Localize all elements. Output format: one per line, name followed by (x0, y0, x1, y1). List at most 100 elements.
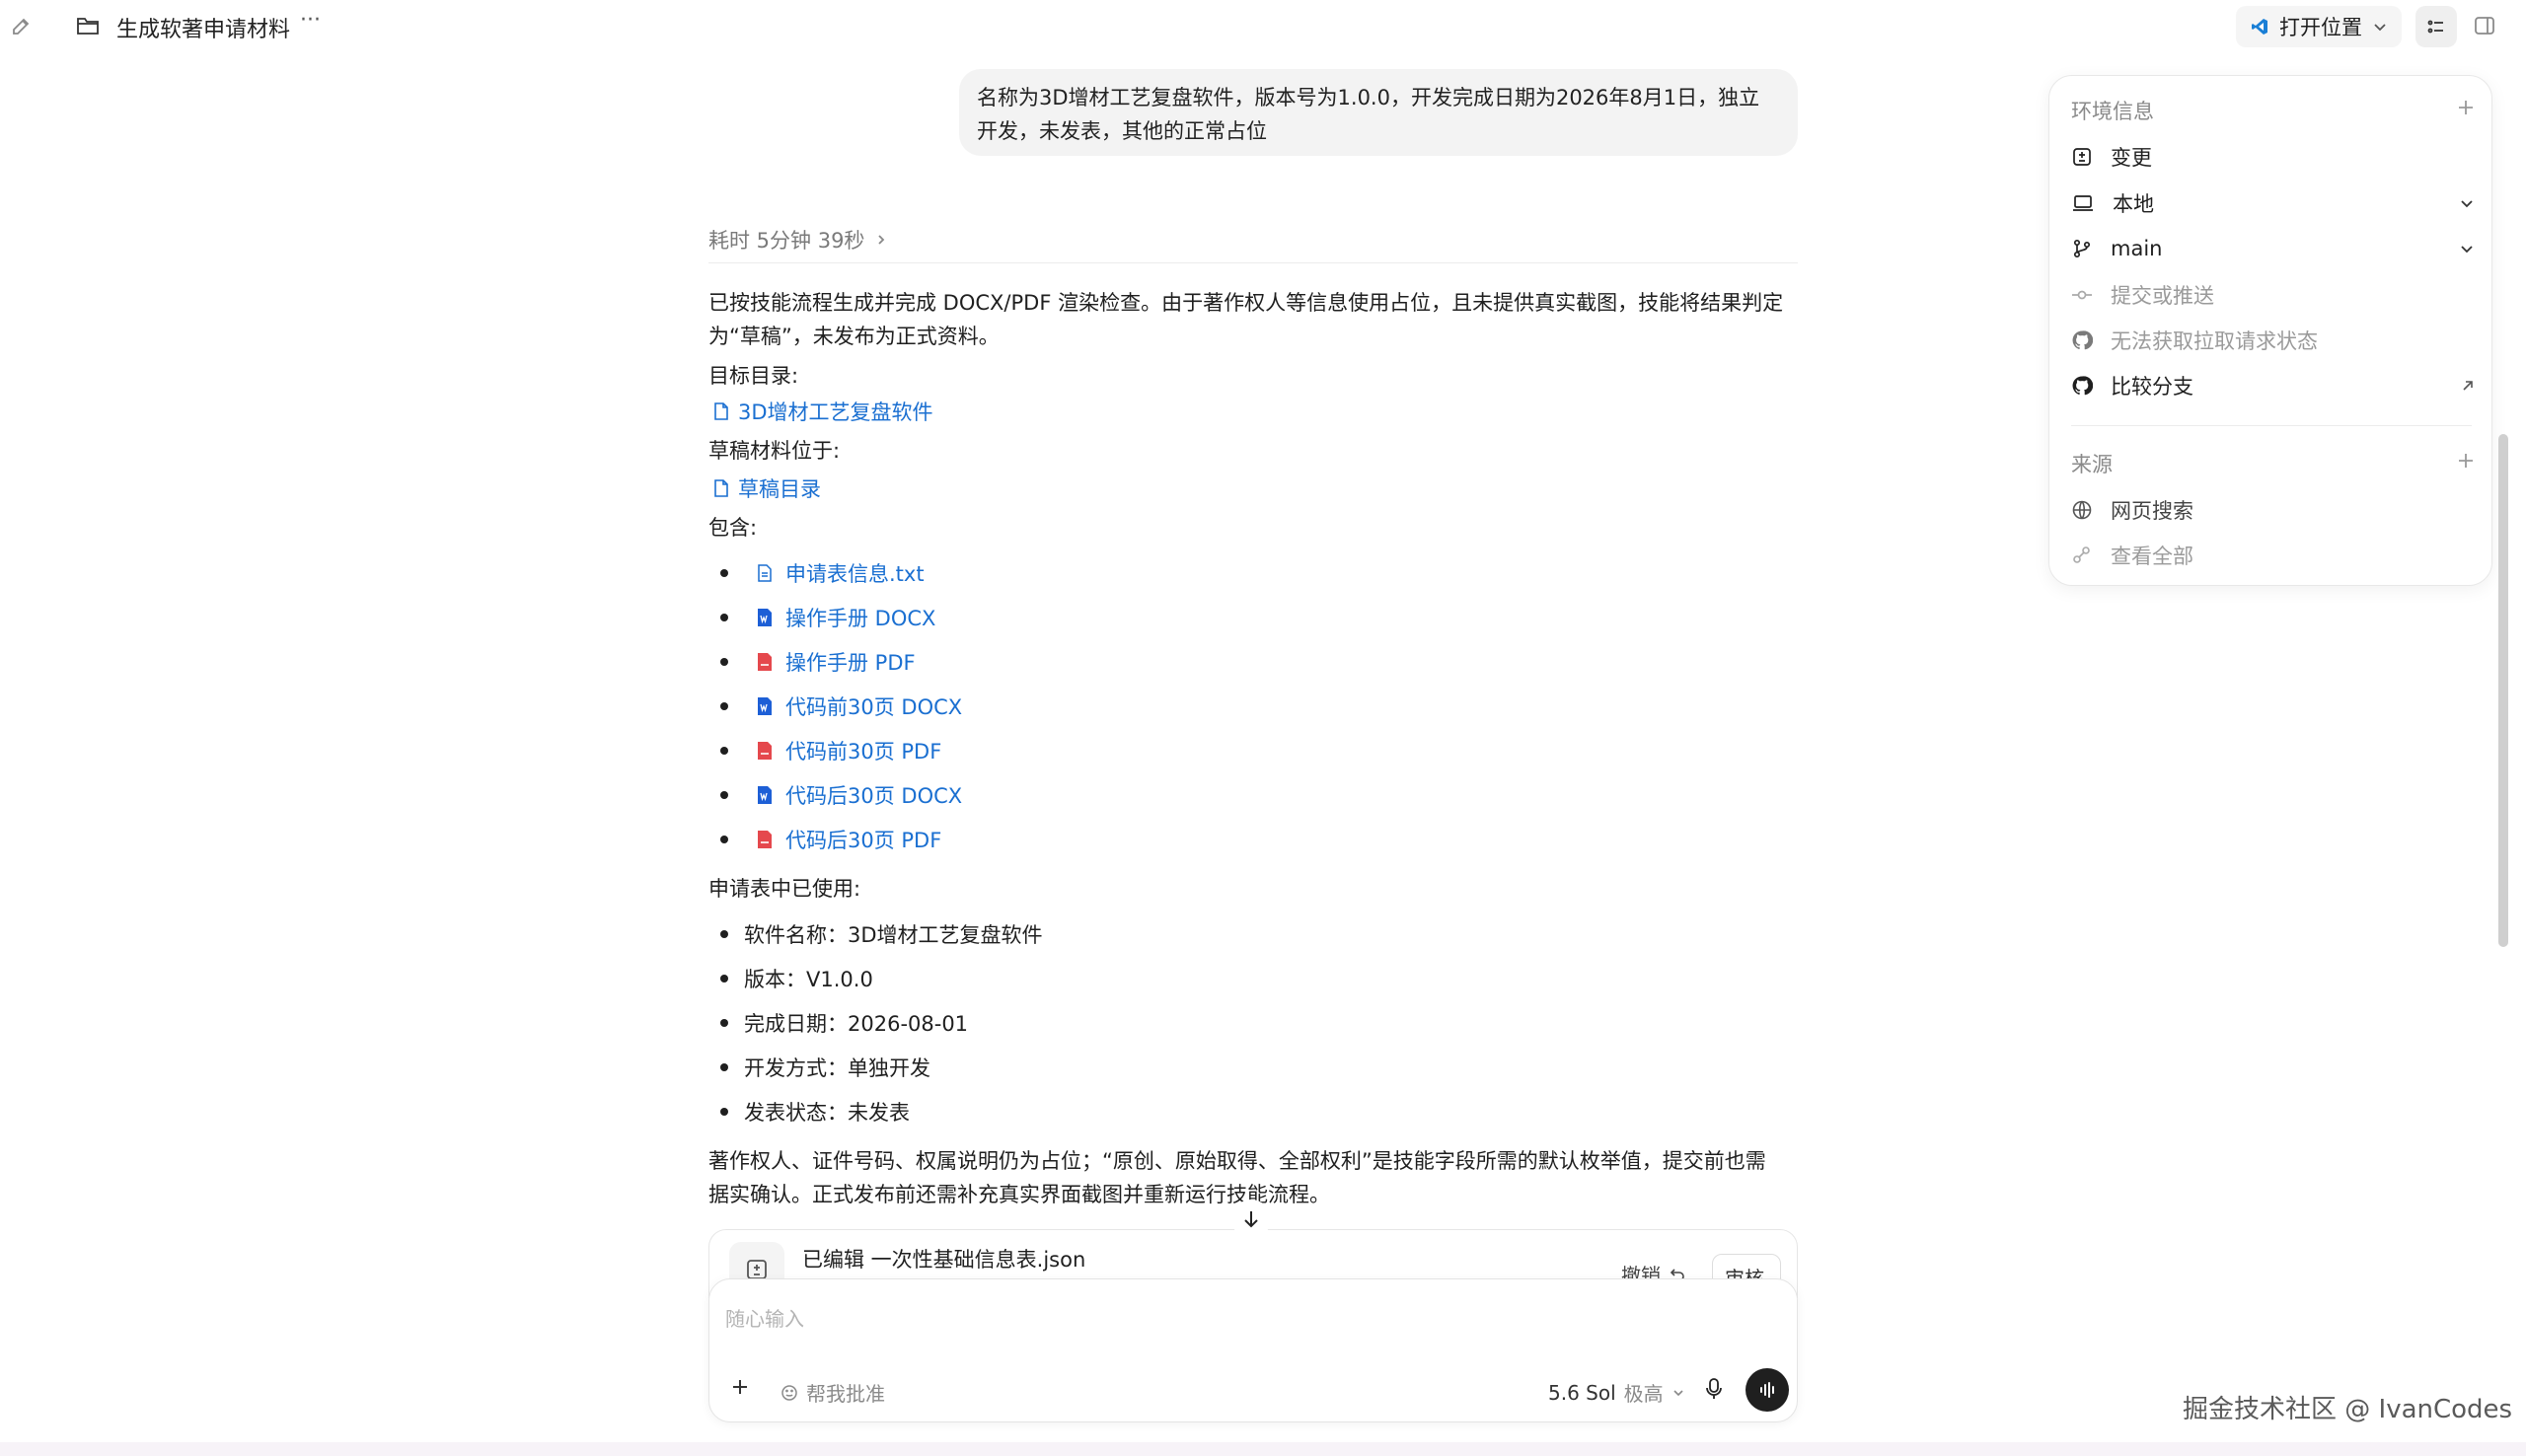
plus-icon (2459, 454, 2473, 468)
laptop-icon (2073, 195, 2093, 211)
bullet-dot (720, 836, 728, 843)
chevron-down-icon (2461, 200, 2473, 208)
plus-icon (733, 1380, 747, 1394)
chevron-down-icon (2374, 24, 2386, 32)
github-icon (2072, 376, 2093, 396)
env-item-local[interactable]: 本地 (2071, 183, 2476, 223)
microphone-button[interactable] (1702, 1376, 1726, 1402)
bullet-dot (720, 614, 728, 621)
env-item-label: 比较分支 (2111, 375, 2193, 399)
source-item-label: 查看全部 (2111, 545, 2193, 568)
response-intro: 已按技能流程生成并完成 DOCX/PDF 渲染检查。由于著作权人等信息使用占位，… (708, 291, 1784, 348)
pdf-file-icon (758, 742, 772, 760)
draft-dir-link[interactable]: 草稿目录 (712, 473, 821, 503)
file-link-item[interactable]: 代码前30页 PDF (720, 736, 941, 765)
file-link-item[interactable]: 操作手册 PDF (720, 647, 916, 677)
bullet-dot (720, 1019, 728, 1027)
sidebar-toggle-icon[interactable] (2473, 14, 2496, 37)
file-link-text: 代码后30页 DOCX (785, 784, 963, 808)
bullet-dot (720, 975, 728, 983)
used-item-text: 发表状态：未发表 (744, 1101, 910, 1125)
contains-label: 包含: (708, 516, 758, 540)
list-item: 完成日期：2026-08-01 (720, 1008, 968, 1038)
target-dir-link-text: 3D增材工艺复盘软件 (738, 400, 933, 424)
env-item-changes[interactable]: 变更 (2071, 137, 2476, 177)
duration-toggle[interactable]: 耗时 5分钟 39秒 (708, 225, 888, 255)
file-link-text: 操作手册 PDF (785, 651, 916, 675)
used-item-text: 软件名称：3D增材工艺复盘软件 (744, 923, 1043, 947)
source-item-label: 网页搜索 (2111, 499, 2193, 523)
env-item-compare-branch[interactable]: 比较分支 (2071, 366, 2476, 405)
file-link-item[interactable]: 代码后30页 PDF (720, 825, 941, 854)
chevron-down-icon (2461, 246, 2473, 254)
bullet-dot (720, 1063, 728, 1071)
duration-text: 耗时 5分钟 39秒 (708, 229, 865, 253)
file-link-item[interactable]: 申请表信息.txt (720, 558, 925, 588)
target-dir-link[interactable]: 3D增材工艺复盘软件 (712, 397, 933, 426)
panel-divider (2071, 425, 2472, 426)
env-item-pull-request: 无法获取拉取请求状态 (2071, 321, 2476, 360)
more-options-button[interactable]: ··· (300, 8, 321, 33)
env-item-commit[interactable]: 提交或推送 (2071, 275, 2476, 315)
branch-icon (2073, 239, 2091, 258)
approve-mode-button[interactable]: 帮我批准 (780, 1378, 885, 1407)
link-icon (2073, 546, 2090, 563)
list-item: 发表状态：未发表 (720, 1097, 910, 1127)
vscode-icon (2252, 19, 2267, 35)
source-item-web-search[interactable]: 网页搜索 (2071, 490, 2476, 530)
file-link-item[interactable]: 代码前30页 DOCX (720, 692, 962, 721)
open-location-button[interactable]: 打开位置 (2236, 6, 2402, 47)
chevron-down-icon (1673, 1389, 1683, 1396)
list-item: 版本：V1.0.0 (720, 964, 873, 993)
env-item-label: 本地 (2113, 192, 2154, 216)
top-bar: 生成软著申请材料 ··· 打开位置 (0, 0, 2526, 53)
file-link-text: 代码前30页 DOCX (785, 695, 963, 719)
list-icon (2427, 20, 2443, 34)
env-item-label: 无法获取拉取请求状态 (2111, 329, 2318, 353)
used-item-text: 开发方式：单独开发 (744, 1056, 930, 1080)
message-composer[interactable]: 随心输入 帮我批准 5.6 Sol 极高 (708, 1278, 1798, 1422)
new-chat-icon[interactable] (10, 14, 34, 37)
txt-file-icon (758, 564, 772, 582)
docx-file-icon (758, 786, 772, 804)
approve-label: 帮我批准 (806, 1382, 885, 1406)
source-item-view-all[interactable]: 查看全部 (2071, 536, 2476, 575)
pdf-file-icon (758, 653, 772, 671)
list-item: 开发方式：单独开发 (720, 1053, 930, 1082)
divider (708, 262, 1798, 263)
draft-dir-link-text: 草稿目录 (738, 477, 821, 501)
file-link-item[interactable]: 操作手册 DOCX (720, 603, 935, 632)
model-selector[interactable]: 5.6 Sol 极高 (1548, 1378, 1685, 1407)
env-section-title: 环境信息 (2071, 100, 2154, 123)
watermark: 掘金技术社区 @ IvanCodes (2183, 1395, 2513, 1424)
composer-placeholder[interactable]: 随心输入 (725, 1303, 804, 1332)
edited-file-title: 已编辑 一次性基础信息表.json (802, 1248, 1086, 1272)
scroll-to-bottom-button[interactable] (1231, 1200, 1271, 1239)
chevron-right-icon (878, 235, 885, 245)
docx-file-icon (758, 697, 772, 715)
open-location-label: 打开位置 (2279, 16, 2362, 39)
list-item: 软件名称：3D增材工艺复盘软件 (720, 919, 1043, 949)
voice-send-button[interactable] (1746, 1368, 1789, 1412)
env-item-branch[interactable]: main (2071, 229, 2476, 268)
environment-panel: 环境信息 变更 本地 main 提交或推送 无法获取拉取请求状态 比较分支 来源… (2048, 75, 2492, 586)
bullet-dot (720, 702, 728, 710)
docx-file-icon (758, 609, 772, 626)
draft-label: 草稿材料位于: (708, 439, 841, 463)
file-link-item[interactable]: 代码后30页 DOCX (720, 780, 962, 810)
add-attachment-button[interactable] (729, 1376, 751, 1398)
bottom-strip (0, 1442, 2526, 1456)
scrollbar[interactable] (2498, 434, 2508, 947)
microphone-icon (1706, 1378, 1722, 1399)
github-icon (2072, 330, 2093, 350)
waveform-icon (1760, 1382, 1774, 1398)
used-label: 申请表中已使用: (708, 877, 861, 901)
model-name: 5.6 Sol (1548, 1380, 1616, 1405)
env-add-button[interactable] (2456, 98, 2476, 117)
env-item-label: 变更 (2111, 146, 2152, 170)
folder-icon (75, 14, 101, 37)
env-item-label: main (2111, 237, 2163, 260)
source-add-button[interactable] (2456, 451, 2476, 471)
bullet-dot (720, 791, 728, 799)
list-view-button[interactable] (2415, 6, 2457, 47)
